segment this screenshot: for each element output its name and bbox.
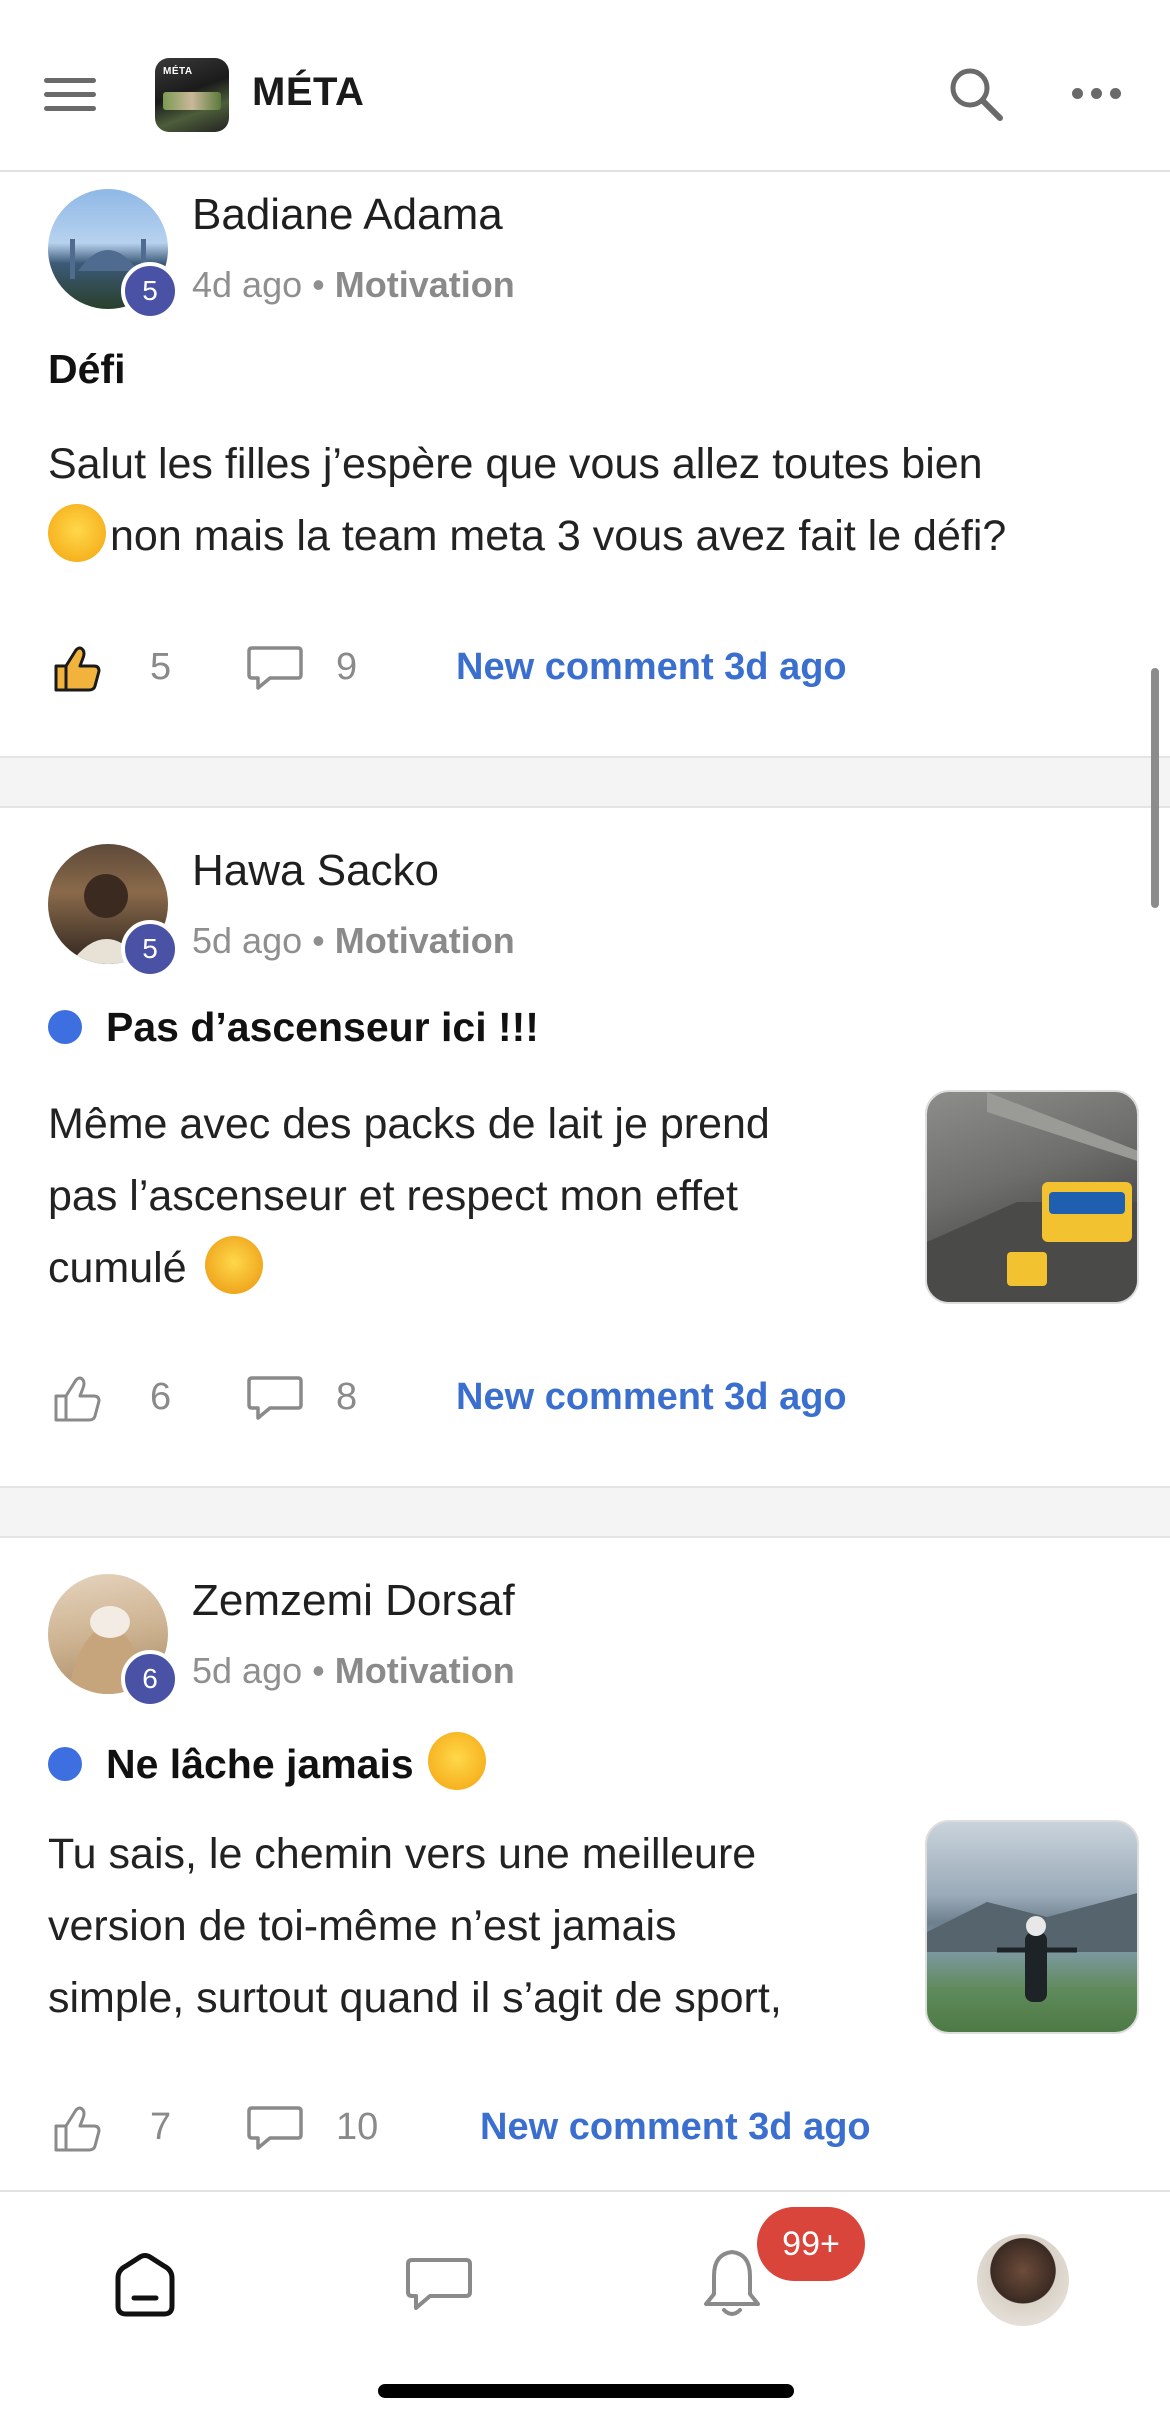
thumbs-up-icon: [54, 646, 101, 692]
post-body[interactable]: Tu sais, le chemin vers une meilleure ve…: [48, 1818, 908, 2034]
post-body[interactable]: Même avec des packs de lait je prend pas…: [48, 1088, 898, 1304]
post-category[interactable]: Motivation: [335, 264, 515, 305]
comment-count: 10: [336, 2106, 379, 2148]
notifications-bell-icon[interactable]: [700, 2246, 764, 2322]
post-category[interactable]: Motivation: [335, 1650, 515, 1691]
author-name[interactable]: Badiane Adama: [192, 190, 503, 240]
scrollbar[interactable]: [1151, 668, 1159, 908]
meta-separator: •: [312, 920, 325, 961]
post-card[interactable]: 5 Badiane Adama 4d ago • Motivation Défi…: [0, 174, 1170, 756]
post-time: 5d ago: [192, 920, 303, 961]
post-meta: 5d ago • Motivation: [192, 1650, 515, 1692]
post-separator: [0, 756, 1170, 808]
author-name[interactable]: Zemzemi Dorsaf: [192, 1576, 515, 1626]
home-indicator[interactable]: [378, 2384, 794, 2398]
post-title[interactable]: Pas d’ascenseur ici !!!: [48, 1004, 539, 1051]
new-comment-link[interactable]: New comment 3d ago: [480, 2106, 871, 2149]
post-title[interactable]: Défi: [48, 346, 125, 393]
post-thumbnail[interactable]: [925, 1820, 1139, 2034]
unread-indicator: [48, 1010, 82, 1044]
notification-count-badge: 99+: [757, 2207, 865, 2281]
unread-indicator: [48, 1747, 82, 1781]
thumbs-up-icon: [54, 2106, 101, 2152]
more-options-icon[interactable]: [1068, 78, 1128, 108]
post-card[interactable]: 6 Zemzemi Dorsaf 5d ago • Motivation Ne …: [0, 1538, 1170, 2188]
smiling-face-with-hearts-icon: [427, 1732, 486, 1790]
post-separator: [0, 1486, 1170, 1538]
comment-count: 9: [336, 646, 358, 688]
comment-button[interactable]: [246, 1370, 304, 1431]
like-button[interactable]: [50, 1370, 106, 1431]
post-title[interactable]: Ne lâche jamais: [48, 1732, 490, 1790]
level-badge: 6: [121, 1650, 179, 1708]
like-count: 7: [150, 2106, 172, 2148]
meta-separator: •: [312, 1650, 325, 1691]
app-title[interactable]: MÉTA: [252, 70, 364, 115]
comment-button[interactable]: [246, 640, 304, 701]
post-meta: 5d ago • Motivation: [192, 920, 515, 962]
level-badge: 5: [121, 920, 179, 978]
post-thumbnail[interactable]: [925, 1090, 1139, 1304]
new-comment-link[interactable]: New comment 3d ago: [456, 646, 847, 689]
chat-tab-icon[interactable]: [404, 2252, 474, 2316]
face-with-hand-over-mouth-icon: [204, 1236, 263, 1294]
meta-separator: •: [312, 264, 325, 305]
home-tab-icon[interactable]: [110, 2250, 180, 2320]
app-logo[interactable]: MÉTA: [155, 58, 229, 132]
comment-icon: [247, 1376, 303, 1420]
post-card[interactable]: 5 Hawa Sacko 5d ago • Motivation Pas d’a…: [0, 808, 1170, 1486]
hamburger-menu-icon[interactable]: [40, 70, 100, 120]
post-actions: 7 10 New comment 3d ago: [0, 2092, 1170, 2162]
post-category[interactable]: Motivation: [335, 920, 515, 961]
like-count: 6: [150, 1376, 172, 1418]
post-time: 5d ago: [192, 1650, 303, 1691]
smiling-face-with-hearts-icon: [48, 504, 106, 562]
author-name[interactable]: Hawa Sacko: [192, 846, 439, 896]
like-count: 5: [150, 646, 172, 688]
post-actions: 5 9 New comment 3d ago: [0, 632, 1170, 702]
profile-avatar[interactable]: [977, 2234, 1069, 2326]
post-meta: 4d ago • Motivation: [192, 264, 515, 306]
comment-icon: [247, 2106, 303, 2150]
like-button[interactable]: [50, 640, 106, 701]
comment-button[interactable]: [246, 2100, 304, 2161]
new-comment-link[interactable]: New comment 3d ago: [456, 1376, 847, 1419]
search-icon[interactable]: [945, 63, 1007, 125]
app-logo-text: MÉTA: [163, 66, 193, 77]
comment-icon: [247, 646, 303, 690]
post-time: 4d ago: [192, 264, 303, 305]
post-body[interactable]: Salut les filles j’espère que vous allez…: [48, 428, 1128, 572]
like-button[interactable]: [50, 2100, 106, 2161]
comment-count: 8: [336, 1376, 358, 1418]
app-header: MÉTA MÉTA: [0, 0, 1170, 172]
level-badge: 5: [121, 262, 179, 320]
thumbs-up-icon: [54, 1376, 101, 1422]
post-actions: 6 8 New comment 3d ago: [0, 1362, 1170, 1432]
